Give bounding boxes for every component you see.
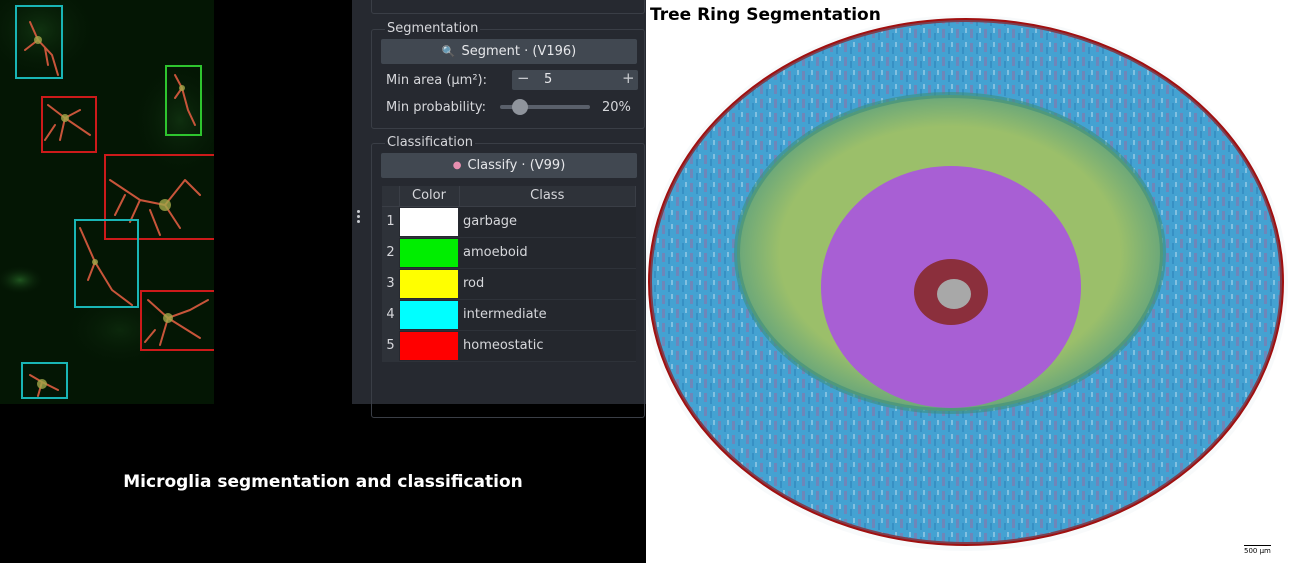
min-probability-label: Min probability: — [386, 100, 486, 115]
tree-ring-image — [646, 0, 1292, 563]
cell-bbox-homeostatic[interactable] — [140, 290, 214, 351]
class-row-homeostatic[interactable]: 5 homeostatic — [382, 330, 636, 362]
brain-icon: ● — [452, 160, 462, 171]
cell-bbox-homeostatic[interactable] — [41, 96, 97, 153]
search-icon: 🔍 — [441, 45, 456, 58]
class-name[interactable]: amoeboid — [459, 237, 636, 269]
column-header-class[interactable]: Class — [459, 186, 636, 207]
color-swatch[interactable] — [399, 268, 459, 300]
segmentation-title: Segmentation — [385, 21, 481, 36]
row-index: 4 — [382, 299, 399, 331]
class-table: Color Class 1 garbage 2 amoeboid 3 rod 4 interm… — [382, 186, 636, 362]
class-name[interactable]: intermediate — [459, 299, 636, 331]
color-swatch[interactable] — [399, 206, 459, 238]
min-probability-value: 20% — [602, 100, 631, 115]
scale-bar-label: 500 µm — [1244, 545, 1271, 555]
min-area-value[interactable]: 5 — [544, 72, 552, 87]
table-corner — [382, 186, 400, 207]
color-swatch[interactable] — [399, 237, 459, 269]
class-row-amoeboid[interactable]: 2 amoeboid — [382, 237, 636, 269]
row-index: 2 — [382, 237, 399, 269]
row-index: 3 — [382, 268, 399, 300]
classify-button[interactable]: ● Classify · (V99) — [381, 153, 637, 178]
class-row-garbage[interactable]: 1 garbage — [382, 206, 636, 238]
cell-bbox-intermediate[interactable] — [21, 362, 68, 399]
min-area-spinbox[interactable]: − 5 + — [512, 69, 638, 90]
color-swatch-fill[interactable] — [400, 269, 458, 298]
class-name[interactable]: homeostatic — [459, 330, 636, 362]
color-swatch-fill[interactable] — [400, 207, 458, 236]
microglia-image — [0, 0, 214, 404]
classify-button-label: Classify · (V99) — [467, 158, 566, 173]
plus-button[interactable]: + — [622, 69, 635, 87]
color-swatch[interactable] — [399, 299, 459, 331]
minus-button[interactable]: − — [517, 69, 530, 87]
min-probability-slider-handle[interactable] — [512, 99, 528, 115]
top-group-stub — [371, 0, 645, 14]
cell-bbox-intermediate[interactable] — [74, 219, 139, 308]
segment-button[interactable]: 🔍 Segment · (V196) — [381, 39, 637, 64]
color-swatch-fill[interactable] — [400, 331, 458, 360]
class-table-header: Color Class — [382, 186, 636, 207]
min-area-label: Min area (µm²): — [386, 73, 487, 88]
class-name[interactable]: garbage — [459, 206, 636, 238]
row-index: 5 — [382, 330, 399, 362]
segment-button-label: Segment · (V196) — [461, 44, 577, 59]
column-header-color[interactable]: Color — [399, 186, 460, 207]
color-swatch-fill[interactable] — [400, 300, 458, 329]
left-caption: Microglia segmentation and classificatio… — [123, 472, 523, 492]
class-row-rod[interactable]: 3 rod — [382, 268, 636, 300]
panel-splitter-handle[interactable] — [353, 208, 363, 228]
color-swatch[interactable] — [399, 330, 459, 362]
tree-ring-canvas — [646, 15, 1288, 551]
cell-bbox-intermediate[interactable] — [15, 5, 63, 79]
class-row-intermediate[interactable]: 4 intermediate — [382, 299, 636, 331]
cell-bbox-amoeboid[interactable] — [165, 65, 202, 136]
color-swatch-fill[interactable] — [400, 238, 458, 267]
class-name[interactable]: rod — [459, 268, 636, 300]
tree-ring-title: Tree Ring Segmentation — [650, 5, 881, 25]
classification-title: Classification — [385, 135, 476, 150]
row-index: 1 — [382, 206, 399, 238]
